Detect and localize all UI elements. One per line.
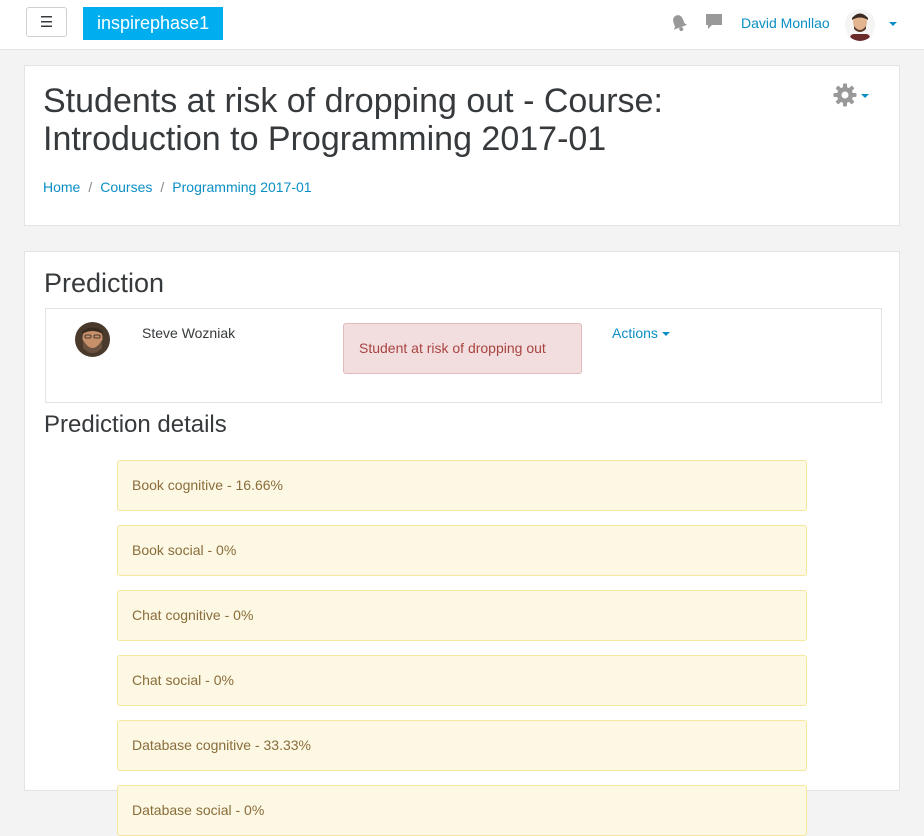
prediction-details-heading: Prediction details: [44, 411, 227, 438]
breadcrumb-separator: /: [160, 179, 165, 195]
chevron-down-icon[interactable]: [889, 22, 897, 26]
user-menu-name[interactable]: David Monllao: [741, 15, 830, 31]
prediction-detail-item: Database cognitive - 33.33%: [117, 720, 807, 771]
actions-label: Actions: [612, 325, 658, 341]
page-header: Students at risk of dropping out - Cours…: [24, 65, 900, 226]
actions-dropdown[interactable]: Actions: [612, 325, 670, 341]
chat-bubble-icon[interactable]: [705, 13, 723, 36]
prediction-outcome-badge: Student at risk of dropping out: [343, 323, 582, 374]
prediction-detail-item: Chat cognitive - 0%: [117, 590, 807, 641]
bell-icon[interactable]: [670, 13, 688, 38]
student-name: Steve Wozniak: [142, 325, 236, 341]
page-title: Students at risk of dropping out - Cours…: [43, 82, 663, 158]
settings-dropdown-caret[interactable]: [861, 94, 869, 98]
breadcrumb-separator: /: [88, 179, 93, 195]
site-brand-link[interactable]: inspirephase1: [83, 7, 224, 40]
hamburger-icon: ☰: [39, 14, 54, 31]
chevron-down-icon: [661, 332, 670, 337]
prediction-detail-item: Database social - 0%: [117, 785, 807, 836]
breadcrumb: Home / Courses / Programming 2017-01: [43, 179, 312, 195]
prediction-detail-item: Book cognitive - 16.66%: [117, 460, 807, 511]
breadcrumb-courses[interactable]: Courses: [100, 179, 152, 195]
prediction-heading: Prediction: [44, 268, 165, 298]
navbar: ☰ inspirephase1 David Monllao: [0, 0, 924, 50]
student-avatar[interactable]: [75, 322, 110, 357]
prediction-detail-item: Book social - 0%: [117, 525, 807, 576]
main-content: Prediction Steve Wozniak Student at risk…: [24, 251, 900, 836]
drawer-toggle-button[interactable]: ☰: [26, 7, 67, 37]
breadcrumb-course[interactable]: Programming 2017-01: [172, 179, 311, 195]
gear-icon[interactable]: [833, 83, 857, 112]
prediction-row: Steve Wozniak Student at risk of droppin…: [45, 308, 882, 403]
user-avatar[interactable]: [845, 9, 875, 41]
prediction-detail-item: Chat social - 0%: [117, 655, 807, 706]
breadcrumb-home[interactable]: Home: [43, 179, 80, 195]
